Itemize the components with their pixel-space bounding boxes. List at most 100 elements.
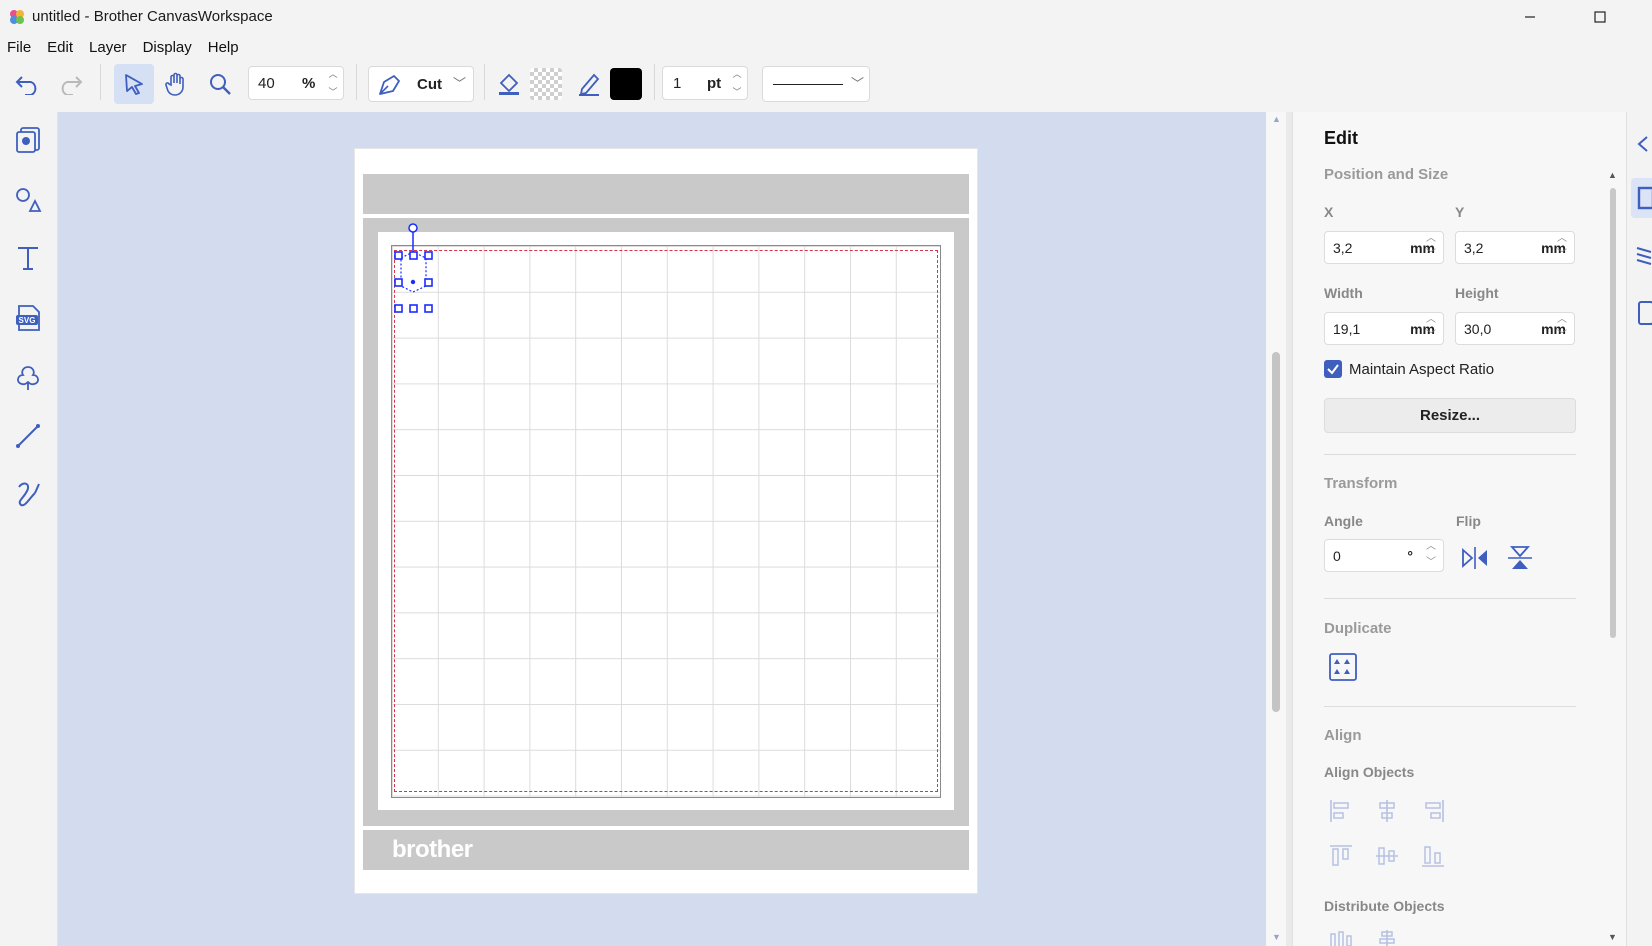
maximize-button[interactable] — [1572, 0, 1628, 34]
section-divider — [1324, 598, 1576, 599]
align-objects-label: Align Objects — [1324, 764, 1415, 780]
line-tool-button[interactable] — [10, 418, 46, 454]
fill-bucket-button[interactable] — [492, 66, 526, 102]
scroll-up-arrow[interactable]: ▲ — [1272, 114, 1281, 124]
menu-display[interactable]: Display — [143, 39, 192, 56]
align-right-icon — [1425, 800, 1444, 822]
redo-icon — [61, 76, 83, 95]
align-left-button[interactable] — [1328, 798, 1354, 824]
aspect-ratio-checkbox[interactable] — [1324, 360, 1342, 378]
panel-scroll-thumb[interactable] — [1610, 188, 1616, 638]
align-center-button[interactable] — [1374, 798, 1400, 824]
menu-file[interactable]: File — [7, 39, 31, 56]
mode-label: Cut — [417, 76, 442, 93]
distribute-vertical-button[interactable] — [1374, 928, 1400, 946]
angle-spinner[interactable]: ︿ ﹀ — [1422, 539, 1440, 572]
toolbar-separator — [100, 64, 101, 100]
pen-icon — [579, 73, 600, 96]
redo-button[interactable] — [54, 68, 86, 100]
selected-object[interactable] — [386, 220, 442, 318]
select-tool-button[interactable] — [114, 64, 154, 104]
side-tab-layers[interactable] — [1633, 240, 1652, 270]
freehand-tool-button[interactable] — [10, 476, 46, 512]
freehand-icon — [18, 482, 40, 507]
duplicate-button[interactable] — [1328, 652, 1358, 682]
left-toolbar: SVG — [0, 112, 58, 946]
align-bottom-icon — [1422, 846, 1444, 867]
undo-button[interactable] — [12, 68, 44, 100]
panel-scroll-up-arrow[interactable]: ▲ — [1608, 170, 1617, 180]
panel-scrollbar[interactable]: ▲ ▼ — [1606, 170, 1620, 946]
resize-button[interactable]: Resize... — [1324, 398, 1576, 433]
height-spinner[interactable]: ︿ ﹀ — [1553, 312, 1571, 345]
transform-heading: Transform — [1324, 475, 1398, 492]
menu-help[interactable]: Help — [208, 39, 239, 56]
line-width-spin-up[interactable]: ︿ — [730, 68, 744, 80]
side-tab-strip — [1626, 112, 1652, 946]
line-color-button[interactable] — [572, 66, 606, 102]
line-width-value: 1 — [673, 75, 682, 92]
chevron-left-icon — [1637, 136, 1648, 152]
x-label: X — [1324, 204, 1334, 220]
flip-horizontal-icon — [1462, 547, 1487, 569]
hand-tool-button[interactable] — [158, 66, 194, 102]
align-middle-button[interactable] — [1374, 843, 1400, 869]
shapes-tool-button[interactable] — [10, 182, 46, 218]
line-icon — [16, 424, 40, 448]
flip-label: Flip — [1456, 513, 1481, 529]
checkmark-icon — [1327, 364, 1339, 375]
distribute-horizontal-button[interactable] — [1328, 928, 1354, 946]
align-right-button[interactable] — [1420, 798, 1446, 824]
canvas-scrollbar[interactable]: ▲ ▼ — [1266, 112, 1286, 946]
menu-layer[interactable]: Layer — [89, 39, 127, 56]
canvas-area[interactable]: brother — [58, 112, 1271, 946]
fill-color-swatch[interactable] — [530, 68, 562, 100]
align-top-button[interactable] — [1328, 843, 1354, 869]
line-color-swatch[interactable] — [610, 68, 642, 100]
panel-title: Edit — [1324, 128, 1358, 148]
cut-pen-icon — [379, 75, 400, 95]
pattern-tool-button[interactable] — [10, 122, 46, 158]
aspect-ratio-label: Maintain Aspect Ratio — [1349, 361, 1495, 378]
toolbar-separator — [356, 64, 357, 100]
flip-horizontal-button[interactable] — [1460, 544, 1490, 572]
menu-edit[interactable]: Edit — [47, 39, 73, 56]
line-style-dropdown[interactable]: ﹀ — [762, 66, 870, 102]
line-width-unit: pt — [707, 75, 722, 92]
minimize-button[interactable] — [1502, 0, 1558, 34]
x-value: 3,2 — [1333, 240, 1353, 256]
svg-import-button[interactable]: SVG — [10, 300, 46, 336]
flip-vertical-button[interactable] — [1505, 544, 1535, 572]
hand-icon — [165, 72, 184, 96]
image-trace-button[interactable] — [10, 360, 46, 396]
trace-icon — [17, 366, 39, 390]
width-spinner[interactable]: ︿ ﹀ — [1422, 312, 1440, 345]
align-top-icon — [1330, 845, 1352, 866]
panel-scroll-down-arrow[interactable]: ▼ — [1608, 932, 1617, 942]
toolbar-separator — [654, 64, 655, 100]
x-spinner[interactable]: ︿ ﹀ — [1422, 231, 1440, 264]
toolbar-separator — [484, 64, 485, 100]
scroll-down-arrow[interactable]: ▼ — [1272, 932, 1281, 942]
zoom-spin-up[interactable]: ︿ — [326, 68, 340, 80]
pages-icon — [1638, 301, 1652, 325]
y-spinner[interactable]: ︿ ﹀ — [1553, 231, 1571, 264]
scroll-thumb[interactable] — [1272, 352, 1280, 712]
align-bottom-button[interactable] — [1420, 843, 1446, 869]
zoom-unit: % — [302, 75, 316, 92]
text-icon — [18, 247, 38, 270]
edit-tab-icon — [1637, 186, 1652, 210]
line-width-spin-down[interactable]: ﹀ — [730, 86, 744, 98]
zoom-spin-down[interactable]: ﹀ — [326, 86, 340, 98]
mat-top-bar — [363, 174, 969, 214]
section-divider — [1324, 454, 1576, 455]
side-tab-edit[interactable] — [1631, 178, 1652, 218]
side-tab-collapse[interactable] — [1633, 132, 1652, 156]
zoom-tool-button[interactable] — [202, 66, 238, 102]
svg-file-icon: SVG — [16, 305, 40, 331]
mode-dropdown[interactable]: Cut ﹀ — [368, 66, 474, 102]
text-tool-button[interactable] — [10, 240, 46, 276]
align-middle-icon — [1376, 847, 1398, 865]
side-tab-pages[interactable] — [1633, 298, 1652, 328]
shapes-icon — [16, 188, 42, 212]
